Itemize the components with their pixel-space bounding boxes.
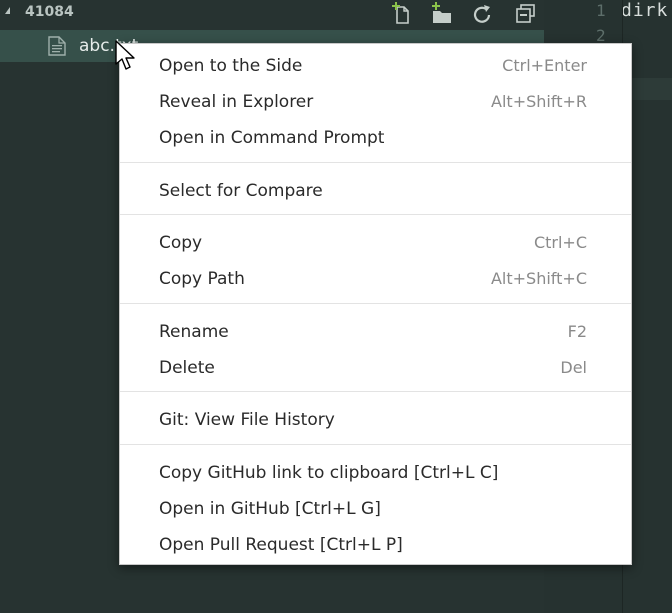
menu-item-label: Copy GitHub link to clipboard [Ctrl+L C] [159,463,499,483]
menu-item-copy[interactable]: Copy Ctrl+C [120,225,631,261]
menu-separator [120,303,631,304]
context-menu: Open to the Side Ctrl+Enter Reveal in Ex… [119,43,632,565]
new-file-icon[interactable] [390,2,414,26]
menu-item-label: Open to the Side [159,56,303,76]
line-number: 1 [596,1,606,20]
menu-item-label: Open in Command Prompt [159,128,385,148]
mouse-pointer-icon [115,40,135,70]
menu-item-open-pull-request[interactable]: Open Pull Request [Ctrl+L P] [120,527,631,563]
folder-name: 41084 [25,4,74,20]
menu-item-label: Reveal in Explorer [159,92,314,112]
refresh-icon[interactable] [471,2,495,26]
menu-item-shortcut: F2 [567,322,587,341]
menu-item-label: Open Pull Request [Ctrl+L P] [159,535,403,555]
menu-item-label: Rename [159,322,229,342]
menu-separator [120,391,631,392]
menu-item-open-in-github[interactable]: Open in GitHub [Ctrl+L G] [120,491,631,527]
menu-separator [120,214,631,215]
menu-item-copy-github-link[interactable]: Copy GitHub link to clipboard [Ctrl+L C] [120,455,631,491]
menu-item-reveal-in-explorer[interactable]: Reveal in Explorer Alt+Shift+R [120,84,631,120]
menu-item-label: Copy [159,233,203,253]
explorer-toolbar [374,0,544,28]
code-text[interactable]: dirk [621,0,668,21]
vscode-window: 41084 abc.txt 1 2 dirk Open to the Side … [0,0,672,613]
menu-item-copy-path[interactable]: Copy Path Alt+Shift+C [120,261,631,297]
menu-item-shortcut: Ctrl+C [533,233,587,252]
new-folder-icon[interactable] [430,2,454,26]
menu-item-label: Select for Compare [159,181,323,201]
menu-item-delete[interactable]: Delete Del [120,350,631,386]
menu-item-label: Git: View File History [159,410,335,430]
menu-item-rename[interactable]: Rename F2 [120,314,631,350]
menu-item-open-in-command-prompt[interactable]: Open in Command Prompt [120,120,631,156]
menu-item-shortcut: Del [560,358,587,377]
menu-item-git-view-file-history[interactable]: Git: View File History [120,402,631,438]
menu-separator [120,162,631,163]
current-line-highlight [632,78,672,100]
menu-item-shortcut: Alt+Shift+C [490,269,587,288]
chevron-down-icon[interactable] [5,7,10,14]
text-file-icon [48,36,66,56]
collapse-all-icon[interactable] [513,2,537,26]
menu-item-shortcut: Alt+Shift+R [491,92,587,111]
menu-item-label: Open in GitHub [Ctrl+L G] [159,499,381,519]
menu-item-label: Delete [159,358,215,378]
menu-item-shortcut: Ctrl+Enter [502,56,587,75]
menu-item-label: Copy Path [159,269,245,289]
menu-item-select-for-compare[interactable]: Select for Compare [120,173,631,209]
menu-separator [120,444,631,445]
menu-item-open-to-side[interactable]: Open to the Side Ctrl+Enter [120,48,631,84]
